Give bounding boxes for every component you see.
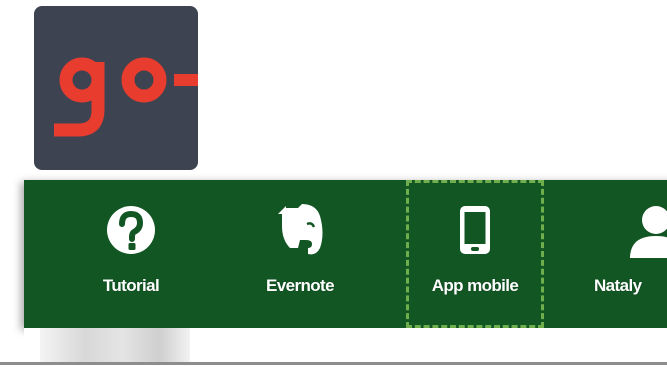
app-logo[interactable] (34, 6, 198, 170)
nav-item-tutorial[interactable]: Tutorial (68, 180, 194, 328)
mobile-phone-icon (447, 202, 503, 258)
go-logo-icon (54, 57, 198, 137)
nav-label-app-mobile: App mobile (431, 276, 519, 295)
question-circle-icon (103, 202, 159, 258)
user-icon (628, 202, 667, 258)
nav-item-user[interactable]: Nataly (590, 180, 667, 328)
background-image-fragment (40, 328, 190, 364)
nav-label-user: Nataly (594, 276, 642, 295)
top-nav-bar: Tutorial Evernote App mobile Nataly (24, 180, 667, 328)
evernote-elephant-icon (272, 202, 328, 258)
divider (0, 362, 667, 365)
nav-label-evernote: Evernote (266, 276, 335, 295)
nav-item-evernote[interactable]: Evernote (242, 180, 358, 328)
nav-item-app-mobile[interactable]: App mobile (406, 180, 544, 328)
nav-label-tutorial: Tutorial (102, 276, 160, 295)
